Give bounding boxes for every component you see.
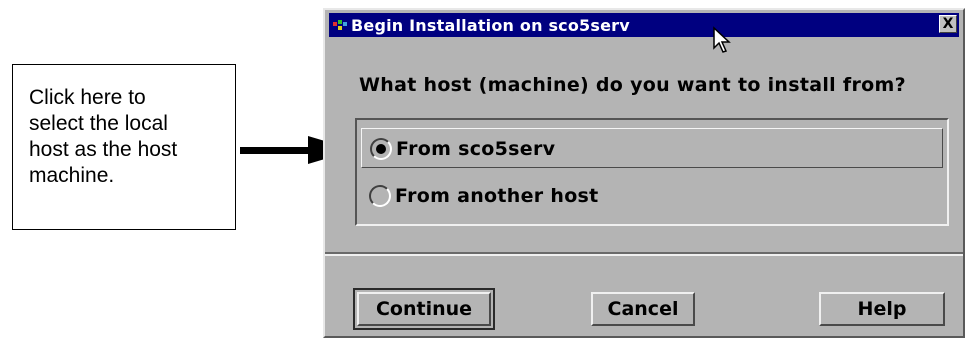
callout-line: select the local [29, 112, 168, 135]
radio-dot [376, 144, 386, 154]
callout-line: machine. [29, 164, 115, 187]
question-label: What host (machine) do you want to insta… [359, 74, 906, 96]
radio-option-local-host[interactable]: From sco5serv [361, 128, 943, 168]
callout-line: host as the host [29, 138, 178, 161]
radio-button-selected[interactable] [370, 138, 392, 160]
help-button[interactable]: Help [819, 292, 945, 326]
radio-button-unselected[interactable] [369, 185, 391, 207]
title-bar[interactable]: Begin Installation on sco5serv X [329, 13, 959, 37]
button-separator [325, 252, 963, 256]
callout-line: Click here to [29, 86, 146, 109]
cancel-button[interactable]: Cancel [591, 292, 695, 326]
installation-dialog: Begin Installation on sco5serv X What ho… [323, 8, 965, 338]
callout-box: Click here to select the local host as t… [12, 64, 236, 230]
radio-label-local-host: From sco5serv [396, 138, 556, 160]
host-radio-group: From sco5serv From another host [355, 118, 949, 226]
mouse-pointer-icon [713, 26, 731, 53]
close-icon: X [942, 16, 954, 32]
radio-option-another-host[interactable]: From another host [361, 176, 943, 216]
dialog-title: Begin Installation on sco5serv [351, 16, 630, 35]
close-button[interactable]: X [939, 15, 957, 33]
continue-button[interactable]: Continue [353, 288, 495, 330]
app-icon [333, 20, 347, 30]
radio-label-another-host: From another host [395, 185, 599, 207]
